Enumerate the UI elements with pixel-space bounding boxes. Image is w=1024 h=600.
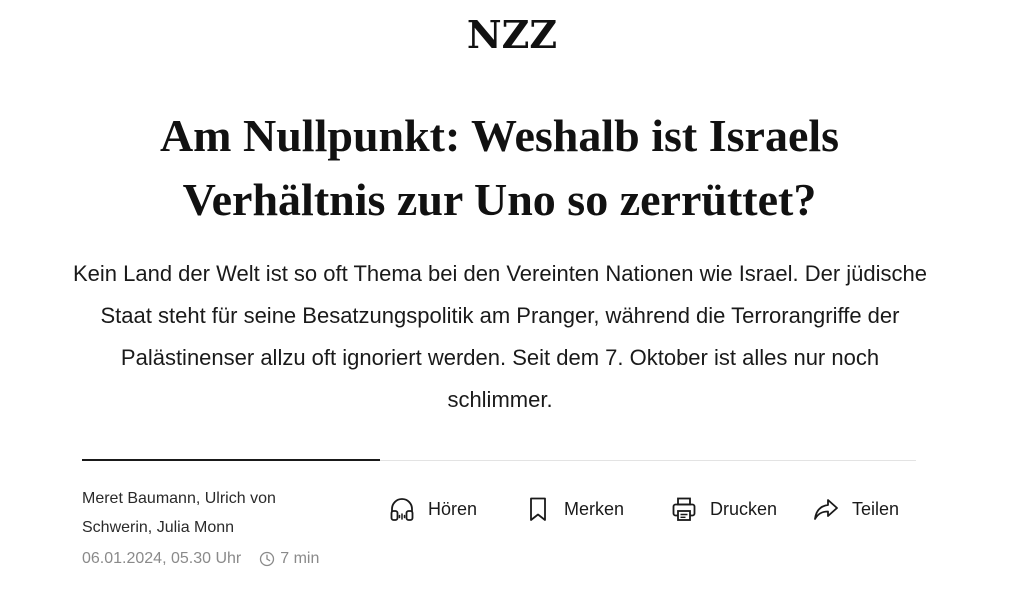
print-label: Drucken <box>710 498 778 519</box>
listen-label: Hören <box>428 498 478 519</box>
author-byline[interactable]: Meret Baumann, Ulrich von Schwerin, Juli… <box>82 484 342 542</box>
share-icon <box>812 495 840 523</box>
share-label: Teilen <box>852 498 900 519</box>
headphones-icon <box>388 495 416 523</box>
article-meta: 06.01.2024, 05.30 Uhr 7 min <box>82 547 319 571</box>
listen-button[interactable]: Hören <box>388 490 477 528</box>
print-button[interactable]: Drucken <box>670 490 777 528</box>
divider-accent-line <box>82 459 380 461</box>
article-page: NZZ Am Nullpunkt: Weshalb ist Israels Ve… <box>0 0 1024 600</box>
nzz-logo[interactable]: NZZ <box>467 12 557 57</box>
share-button[interactable]: Teilen <box>812 490 899 528</box>
read-time: 7 min <box>259 547 319 571</box>
bookmark-icon <box>524 495 552 523</box>
masthead: NZZ <box>0 14 1024 56</box>
bookmark-button[interactable]: Merken <box>524 490 624 528</box>
printer-icon <box>670 495 698 523</box>
article-lead: Kein Land der Welt ist so oft Thema bei … <box>72 261 927 412</box>
article-headline: Am Nullpunkt: Weshalb ist Israels Verhäl… <box>159 110 840 225</box>
read-time-label: 7 min <box>280 550 320 567</box>
clock-icon <box>260 551 275 567</box>
publish-date: 06.01.2024, 05.30 Uhr <box>82 550 242 567</box>
bookmark-label: Merken <box>564 498 625 519</box>
